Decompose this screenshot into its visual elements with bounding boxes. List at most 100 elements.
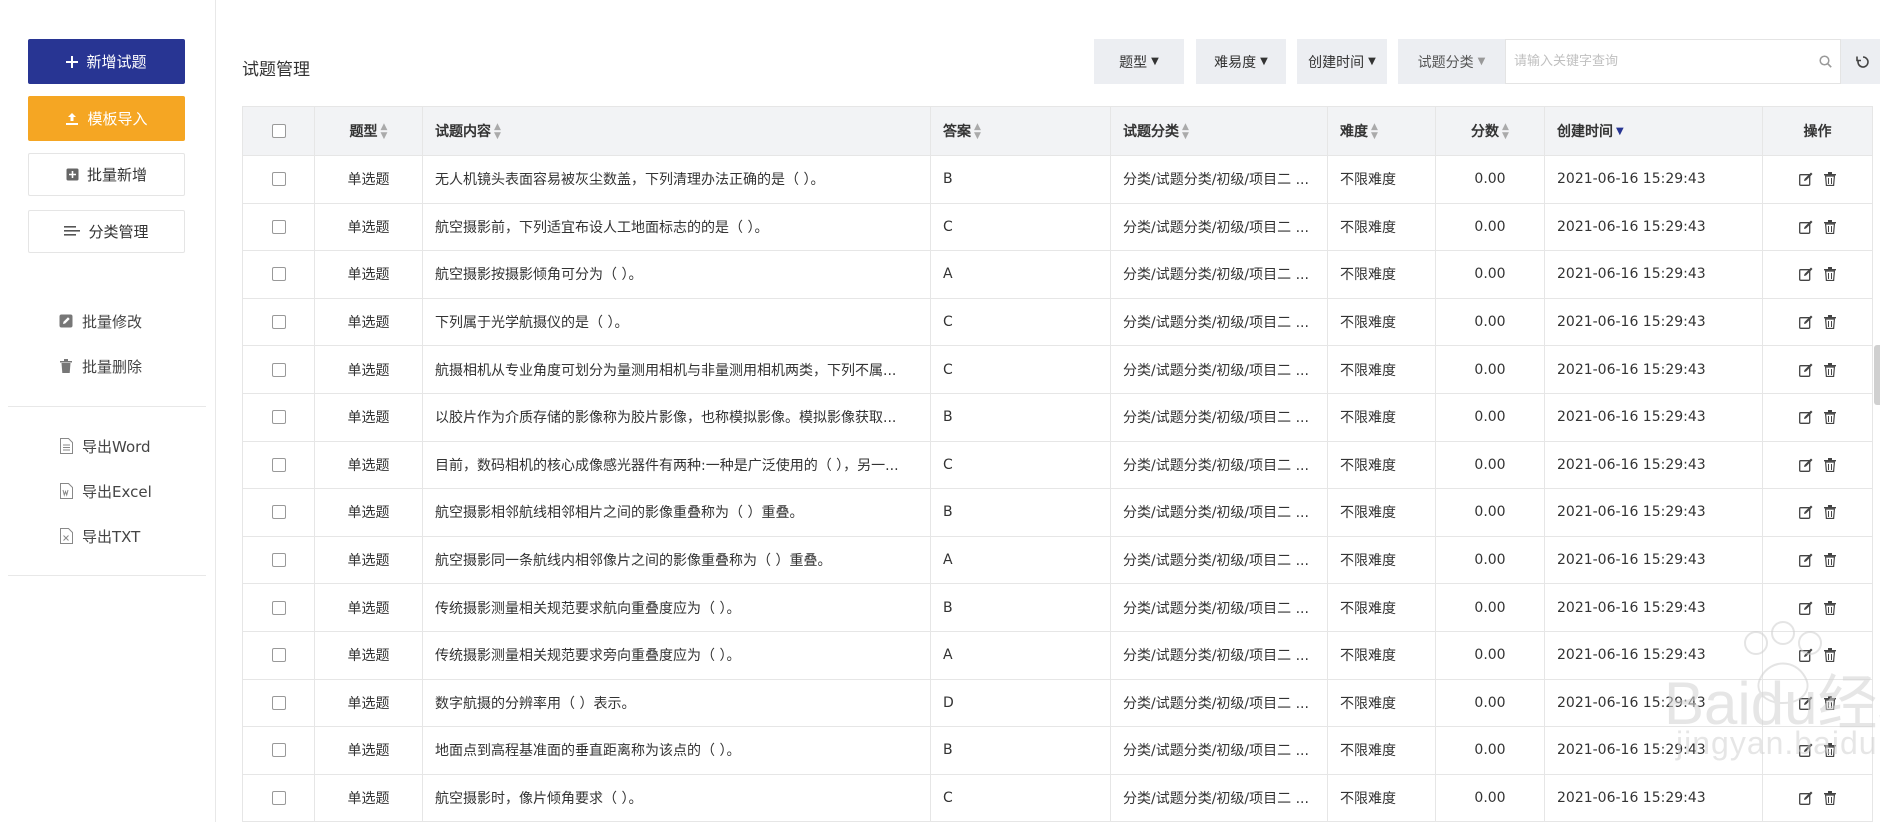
upload-icon bbox=[65, 112, 79, 126]
table-row: 单选题 目前，数码相机的核心成像感光器件有两种:一种是广泛使用的（ ），另一...… bbox=[242, 440, 1873, 490]
search-icon[interactable] bbox=[1810, 55, 1840, 68]
col-difficulty-header[interactable]: 难度 ▲ ▼ bbox=[1327, 106, 1436, 156]
trash-icon[interactable] bbox=[1824, 315, 1836, 330]
trash-icon[interactable] bbox=[1824, 362, 1836, 377]
filter-type-dropdown[interactable]: 题型 ▼ bbox=[1094, 39, 1184, 84]
edit-icon[interactable] bbox=[1799, 220, 1814, 234]
batch-edit-label: 批量修改 bbox=[82, 312, 143, 331]
cell-difficulty: 不限难度 bbox=[1327, 678, 1436, 728]
edit-icon[interactable] bbox=[1799, 648, 1814, 663]
col-answer-header[interactable]: 答案 ▲ ▼ bbox=[930, 106, 1111, 156]
edit-icon[interactable] bbox=[1799, 696, 1814, 710]
cell-type: 单选题 bbox=[314, 535, 423, 585]
cell-score: 0.00 bbox=[1435, 155, 1545, 204]
cell-type: 单选题 bbox=[314, 155, 423, 204]
scroll-handle[interactable] bbox=[1874, 345, 1880, 405]
row-checkbox[interactable] bbox=[271, 219, 286, 234]
table-row: 单选题 航空摄影相邻航线相邻相片之间的影像重叠称为（ ）重叠。 B 分类/试题分类/初… bbox=[242, 488, 1873, 537]
row-checkbox[interactable] bbox=[271, 648, 286, 663]
row-checkbox[interactable] bbox=[271, 743, 286, 758]
col-category-label: 试题分类 bbox=[1123, 124, 1179, 140]
template-import-button[interactable]: 模板导入 bbox=[28, 96, 185, 141]
row-checkbox[interactable] bbox=[271, 553, 286, 568]
col-score-header[interactable]: 分数 ▲ ▼ bbox=[1435, 106, 1545, 156]
cell-content: 航空摄影相邻航线相邻相片之间的影像重叠称为（ ）重叠。 bbox=[422, 488, 931, 537]
trash-icon[interactable] bbox=[1824, 695, 1836, 710]
edit-icon[interactable] bbox=[1799, 172, 1814, 187]
trash-icon[interactable] bbox=[1824, 648, 1836, 663]
edit-icon[interactable] bbox=[1799, 410, 1814, 425]
table-row: 单选题 传统摄影测量相关规范要求航向重叠度应为（ ）。 B 分类/试题分类/初级/项目… bbox=[242, 583, 1873, 632]
caret-down-icon: ▼ bbox=[1368, 56, 1376, 67]
cell-score: 0.00 bbox=[1435, 726, 1545, 775]
export-txt-link[interactable]: 导出TXT bbox=[58, 524, 140, 548]
edit-icon[interactable] bbox=[1799, 458, 1814, 472]
search-input[interactable] bbox=[1506, 40, 1810, 83]
cell-category: 分类/试题分类/初级/项目二 ... bbox=[1110, 726, 1328, 775]
row-checkbox[interactable] bbox=[271, 410, 286, 425]
category-manage-label: 分类管理 bbox=[88, 223, 149, 241]
add-question-button[interactable]: 新增试题 bbox=[28, 39, 185, 84]
edit-icon[interactable] bbox=[1799, 505, 1814, 520]
select-all-checkbox[interactable] bbox=[271, 124, 286, 138]
col-category-header[interactable]: 试题分类 ▲ ▼ bbox=[1110, 106, 1328, 156]
cell-category: 分类/试题分类/初级/项目二 ... bbox=[1110, 488, 1328, 537]
table-row: 单选题 下列属于光学航摄仪的是（ ）。 C 分类/试题分类/初级/项目二 ... 不限难… bbox=[242, 297, 1873, 347]
cell-created-time: 2021-06-16 15:29:43 bbox=[1544, 726, 1763, 775]
row-checkbox[interactable] bbox=[271, 695, 286, 710]
cell-type: 单选题 bbox=[314, 297, 423, 347]
row-select-cell bbox=[242, 345, 315, 394]
row-checkbox[interactable] bbox=[271, 457, 286, 472]
category-manage-button[interactable]: 分类管理 bbox=[28, 210, 185, 253]
row-checkbox[interactable] bbox=[271, 172, 286, 187]
col-content-header[interactable]: 试题内容 ▲ ▼ bbox=[422, 106, 931, 156]
row-select-cell bbox=[242, 440, 315, 490]
edit-icon[interactable] bbox=[1799, 553, 1814, 567]
filter-created-time-dropdown[interactable]: 创建时间 ▼ bbox=[1297, 39, 1387, 84]
cell-difficulty: 不限难度 bbox=[1327, 630, 1436, 680]
trash-icon[interactable] bbox=[1824, 267, 1836, 282]
trash-icon[interactable] bbox=[1824, 457, 1836, 472]
batch-delete-link[interactable]: 批量删除 bbox=[58, 354, 142, 378]
batch-delete-label: 批量删除 bbox=[82, 357, 143, 376]
cell-created-time: 2021-06-16 15:29:43 bbox=[1544, 773, 1763, 822]
col-type-header[interactable]: 题型 ▲ ▼ bbox=[314, 106, 423, 156]
edit-icon bbox=[58, 314, 74, 328]
edit-icon[interactable] bbox=[1799, 267, 1814, 282]
trash-icon[interactable] bbox=[1824, 505, 1836, 520]
cell-ops bbox=[1762, 488, 1873, 537]
edit-icon[interactable] bbox=[1799, 363, 1814, 377]
export-excel-link[interactable]: 导出Excel bbox=[58, 479, 152, 503]
filter-difficulty-dropdown[interactable]: 难易度 ▼ bbox=[1196, 39, 1286, 84]
cell-difficulty: 不限难度 bbox=[1327, 773, 1436, 822]
edit-icon[interactable] bbox=[1799, 315, 1814, 330]
batch-add-button[interactable]: 批量新增 bbox=[28, 153, 185, 196]
cell-answer: A bbox=[930, 250, 1111, 299]
trash-icon[interactable] bbox=[1824, 791, 1836, 806]
edit-icon[interactable] bbox=[1799, 601, 1814, 615]
row-checkbox[interactable] bbox=[271, 267, 286, 282]
trash-icon[interactable] bbox=[1824, 600, 1836, 615]
batch-edit-link[interactable]: 批量修改 bbox=[58, 309, 142, 333]
filter-category-dropdown[interactable]: 试题分类 ▼ bbox=[1398, 39, 1505, 84]
cell-score: 0.00 bbox=[1435, 535, 1545, 585]
edit-icon[interactable] bbox=[1799, 791, 1814, 805]
trash-icon[interactable] bbox=[1824, 743, 1836, 758]
col-created-time-header[interactable]: 创建时间 ▼ bbox=[1544, 106, 1763, 156]
row-checkbox[interactable] bbox=[271, 600, 286, 615]
cell-difficulty: 不限难度 bbox=[1327, 583, 1436, 632]
trash-icon[interactable] bbox=[1824, 172, 1836, 187]
row-checkbox[interactable] bbox=[271, 362, 286, 377]
cell-answer: C bbox=[930, 297, 1111, 347]
row-checkbox[interactable] bbox=[271, 791, 286, 806]
row-checkbox[interactable] bbox=[271, 505, 286, 520]
trash-icon[interactable] bbox=[1824, 219, 1836, 234]
edit-icon[interactable] bbox=[1799, 743, 1814, 758]
trash-icon[interactable] bbox=[1824, 553, 1836, 568]
row-checkbox[interactable] bbox=[271, 315, 286, 330]
trash-icon[interactable] bbox=[1824, 410, 1836, 425]
cell-answer: B bbox=[930, 726, 1111, 775]
row-select-cell bbox=[242, 250, 315, 299]
export-word-link[interactable]: 导出Word bbox=[58, 434, 151, 458]
refresh-button[interactable] bbox=[1841, 39, 1880, 84]
